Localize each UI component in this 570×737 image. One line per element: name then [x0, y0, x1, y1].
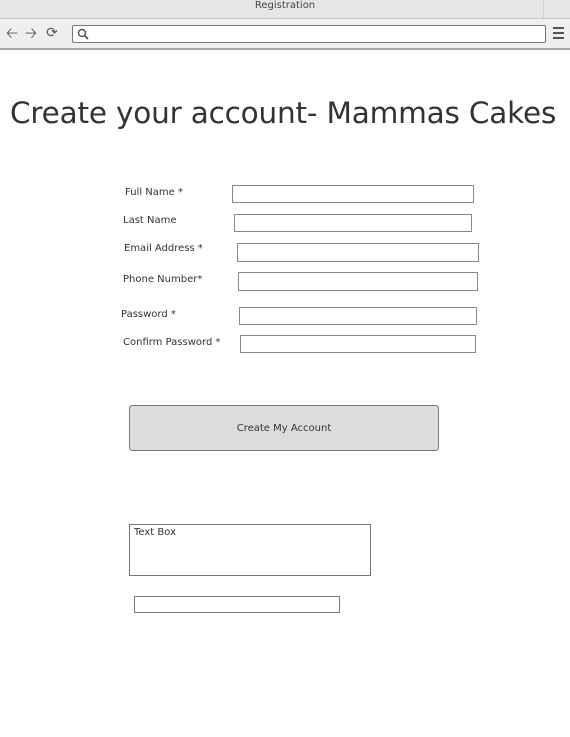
- phone-input[interactable]: [238, 272, 478, 291]
- titlebar-divider: [543, 0, 544, 18]
- address-bar[interactable]: [72, 25, 546, 43]
- forward-arrow-icon[interactable]: 🡢: [23, 25, 39, 41]
- reload-icon[interactable]: ⟳: [44, 25, 60, 41]
- email-label: Email Address *: [124, 243, 203, 254]
- last-name-label: Last Name: [123, 215, 177, 226]
- password-label: Password *: [121, 309, 176, 320]
- full-name-label: Full Name *: [125, 187, 183, 198]
- password-input[interactable]: [239, 307, 477, 325]
- extra-text-input[interactable]: [134, 596, 340, 613]
- window-titlebar: Registration: [0, 0, 570, 19]
- page-title: Create your account- Mammas Cakes: [10, 96, 557, 130]
- text-box[interactable]: Text Box: [129, 524, 371, 576]
- full-name-input[interactable]: [232, 185, 474, 203]
- window-title: Registration: [254, 0, 316, 11]
- confirm-password-input[interactable]: [240, 335, 476, 353]
- confirm-password-label: Confirm Password *: [123, 337, 221, 348]
- create-account-button[interactable]: Create My Account: [129, 405, 439, 451]
- phone-label: Phone Number*: [123, 274, 203, 285]
- hamburger-menu-icon[interactable]: [553, 27, 564, 39]
- back-arrow-icon[interactable]: 🡠: [4, 25, 20, 41]
- browser-toolbar: 🡠 🡢 ⟳: [0, 19, 570, 50]
- last-name-input[interactable]: [234, 214, 472, 232]
- email-input[interactable]: [237, 243, 479, 262]
- search-icon: [77, 28, 89, 40]
